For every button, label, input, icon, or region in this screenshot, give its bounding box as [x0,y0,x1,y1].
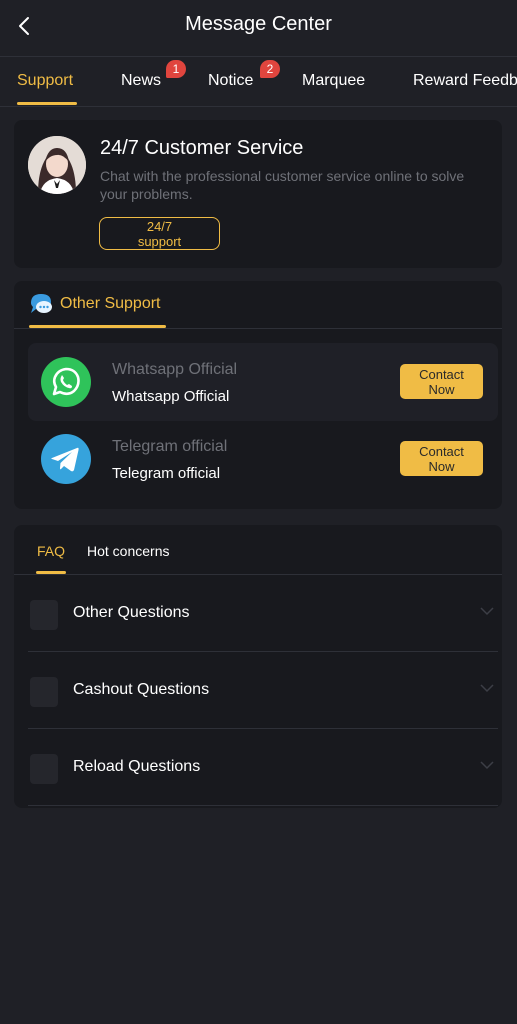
faq-item-label: Reload Questions [73,758,201,775]
tab-reward-feedback[interactable]: Reward Feedb [413,72,517,90]
category-icon [30,600,58,630]
other-support-label[interactable]: Other Support [60,295,161,313]
tab-faq[interactable]: FAQ [37,543,65,559]
telegram-icon [41,434,91,484]
support-button[interactable]: 24/7 support [99,217,220,250]
header: Message Center [0,0,517,56]
page-title: Message Center [185,13,332,35]
faq-item-reload-questions[interactable]: Reload Questions [28,729,498,806]
tab-bar: Support News 1 Notice 2 Marquee Reward F… [0,57,517,106]
faq-card: FAQ Hot concerns Other Questions Cashout… [14,525,502,808]
faq-item-label: Other Questions [73,604,190,621]
telegram-title: Telegram official [112,438,228,455]
telegram-subtitle: Telegram official [112,465,221,482]
other-support-card: Other Support Whatsapp Official Whatsapp… [14,281,502,509]
support-button-line1: 24/7 [146,219,173,234]
contact-button-line2: Now [428,382,455,397]
chevron-down-icon [480,607,494,616]
chevron-down-icon [480,761,494,770]
contact-button-line2: Now [428,459,455,474]
whatsapp-title: Whatsapp Official [112,361,238,378]
contact-button-line1: Contact [419,444,464,459]
divider [0,106,517,107]
avatar [28,136,86,194]
tab-news[interactable]: News [121,72,161,90]
whatsapp-icon [41,357,91,407]
customer-service-title: 24/7 Customer Service [100,137,304,159]
chevron-down-icon [480,684,494,693]
chat-bubble-icon [31,294,52,313]
support-button-line2: support [137,234,182,249]
contact-button-line1: Contact [419,367,464,382]
customer-service-description: Chat with the professional customer serv… [100,168,465,202]
contact-now-button[interactable]: Contact Now [400,441,483,476]
notice-badge: 2 [260,60,280,78]
tab-active-indicator [17,102,77,105]
whatsapp-subtitle: Whatsapp Official [112,388,230,405]
faq-item-other-questions[interactable]: Other Questions [28,575,498,652]
faq-item-label: Cashout Questions [73,681,210,698]
contact-row-telegram[interactable]: Telegram official Telegram official Cont… [28,420,498,498]
tab-hot-concerns[interactable]: Hot concerns [87,543,169,559]
category-icon [30,677,58,707]
contact-row-whatsapp[interactable]: Whatsapp Official Whatsapp Official Cont… [28,343,498,421]
customer-service-card: 24/7 Customer Service Chat with the prof… [14,120,502,268]
divider [14,328,502,329]
tab-support[interactable]: Support [17,72,73,90]
tab-notice[interactable]: Notice [208,72,253,90]
contact-now-button[interactable]: Contact Now [400,364,483,399]
category-icon [30,754,58,784]
agent-avatar-icon [28,136,86,194]
tab-marquee[interactable]: Marquee [302,72,365,90]
faq-item-cashout-questions[interactable]: Cashout Questions [28,652,498,729]
news-badge: 1 [166,60,186,78]
